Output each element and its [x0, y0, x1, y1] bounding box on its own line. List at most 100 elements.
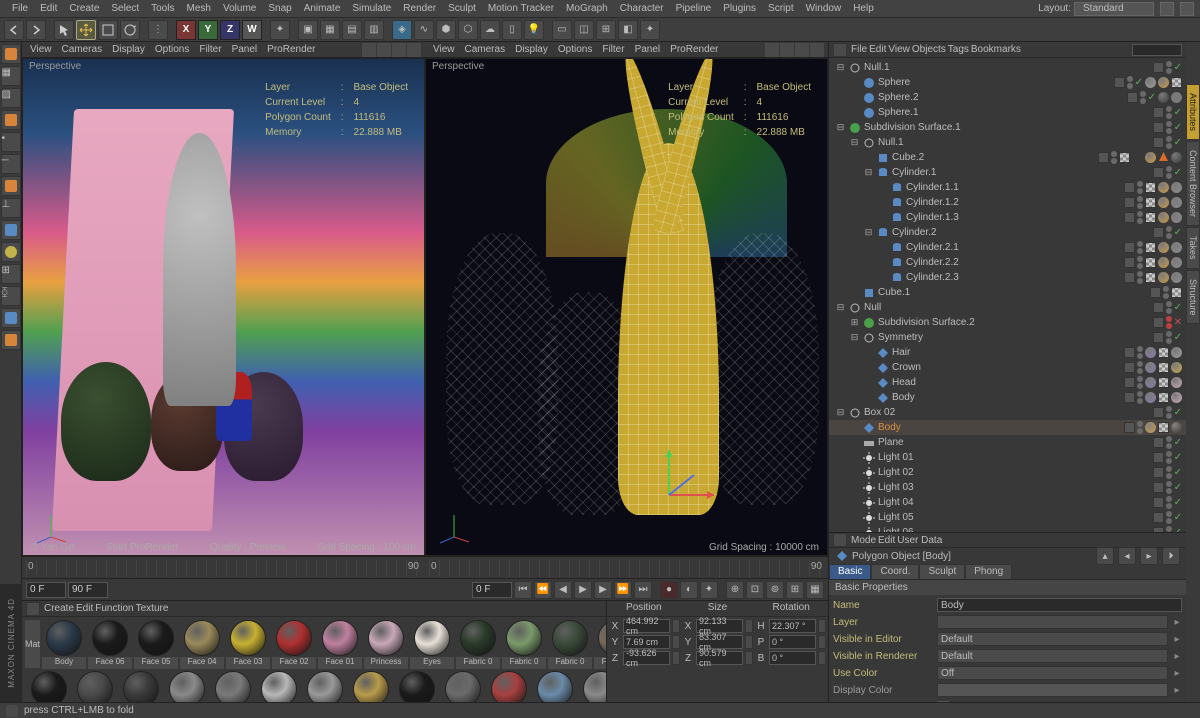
- material-tag-icon[interactable]: [1145, 362, 1156, 373]
- layer-swatch[interactable]: [1127, 92, 1138, 103]
- coord-rot-Y[interactable]: 0 °: [769, 635, 816, 649]
- visibility-dot[interactable]: [1111, 158, 1117, 164]
- material-tag-icon[interactable]: [1158, 77, 1169, 88]
- axis-z-toggle[interactable]: Z: [220, 20, 240, 40]
- vp-menu-options[interactable]: Options: [151, 44, 193, 55]
- visibility-dot[interactable]: [1166, 143, 1172, 149]
- layer-swatch[interactable]: [1098, 152, 1109, 163]
- layer-swatch[interactable]: [1124, 197, 1135, 208]
- material-tag-icon[interactable]: [1145, 392, 1156, 403]
- tree-row[interactable]: Cylinder.2.1: [829, 240, 1186, 255]
- play-button[interactable]: ▶: [574, 581, 592, 599]
- object-name[interactable]: Light 05: [878, 512, 958, 523]
- tree-row[interactable]: ⊟Null.1✓: [829, 135, 1186, 150]
- material-swatch[interactable]: Fabric 0: [456, 620, 500, 669]
- enable-check-icon[interactable]: ✓: [1135, 77, 1143, 88]
- layer-swatch[interactable]: [1153, 482, 1164, 493]
- attr-nav-prev[interactable]: ◂: [1118, 547, 1136, 565]
- visibility-dot[interactable]: [1166, 113, 1172, 119]
- layer-swatch[interactable]: [1153, 317, 1164, 328]
- material-swatch[interactable]: Body: [42, 620, 86, 669]
- visibility-dot[interactable]: [1166, 451, 1172, 457]
- object-name[interactable]: Cube.1: [878, 287, 958, 298]
- material-tag-icon[interactable]: [1158, 272, 1169, 283]
- layer-swatch[interactable]: [1124, 272, 1135, 283]
- checker-tag-icon[interactable]: [1158, 377, 1169, 388]
- tree-row[interactable]: Sphere.1✓: [829, 105, 1186, 120]
- menu-character[interactable]: Character: [614, 2, 670, 15]
- visibility-dot[interactable]: [1137, 196, 1143, 202]
- visibility-dot[interactable]: [1166, 518, 1172, 524]
- mat-menu-create[interactable]: Create: [44, 603, 74, 614]
- enable-check-icon[interactable]: ✓: [1174, 122, 1182, 133]
- material-swatch[interactable]: Fabric 0: [548, 620, 592, 669]
- object-name[interactable]: Light 04: [878, 497, 958, 508]
- enable-check-icon[interactable]: ✓: [1174, 497, 1182, 508]
- layer-swatch[interactable]: [1153, 302, 1164, 313]
- tree-row[interactable]: Cylinder.1.3: [829, 210, 1186, 225]
- attr-nav-next[interactable]: ▸: [1140, 547, 1158, 565]
- extra-button[interactable]: ✦: [640, 20, 660, 40]
- move-tool[interactable]: [76, 20, 96, 40]
- visibility-dot[interactable]: [1163, 286, 1169, 292]
- tree-row[interactable]: ⊟Symmetry✓: [829, 330, 1186, 345]
- attr-tab-sculpt[interactable]: Sculpt: [919, 564, 965, 578]
- enable-check-icon[interactable]: ✓: [1174, 437, 1182, 448]
- visibility-dot[interactable]: [1137, 278, 1143, 284]
- enable-check-icon[interactable]: ✓: [1174, 467, 1182, 478]
- attr-nav-last[interactable]: ⏵: [1162, 547, 1180, 565]
- coord-size-Z[interactable]: 90.579 cm: [696, 651, 743, 665]
- object-name[interactable]: Cylinder.1.3: [906, 212, 986, 223]
- attr-color-display-color[interactable]: [937, 683, 1168, 697]
- goto-end-button[interactable]: ⏭: [634, 581, 652, 599]
- obj-menu-bookmarks[interactable]: Bookmarks: [971, 44, 1021, 55]
- visibility-dot[interactable]: [1166, 503, 1172, 509]
- prev-frame-button[interactable]: ◀: [554, 581, 572, 599]
- tree-row[interactable]: Hair: [829, 345, 1186, 360]
- checker-tag-icon[interactable]: [1171, 287, 1182, 298]
- render-pv-button[interactable]: ▤: [342, 20, 362, 40]
- menu-plugins[interactable]: Plugins: [717, 2, 762, 15]
- vp-nav-icon[interactable]: [407, 43, 421, 57]
- expand-icon[interactable]: ⊟: [864, 228, 873, 237]
- visibility-dot[interactable]: [1137, 203, 1143, 209]
- model-mode-button[interactable]: ▦: [1, 66, 21, 86]
- visibility-dot[interactable]: [1166, 406, 1172, 412]
- material-tag-icon[interactable]: [1158, 197, 1169, 208]
- menu-help[interactable]: Help: [847, 2, 880, 15]
- layout-dropdown[interactable]: Standard: [1074, 2, 1154, 16]
- visibility-dot[interactable]: [1137, 256, 1143, 262]
- enable-check-icon[interactable]: ✓: [1174, 482, 1182, 493]
- record-button[interactable]: ●: [660, 581, 678, 599]
- coord-rot-X[interactable]: 22.307 °: [769, 619, 816, 633]
- layout-btn-1[interactable]: [1160, 2, 1174, 16]
- checker-tag-icon[interactable]: [1145, 212, 1156, 223]
- menu-window[interactable]: Window: [800, 2, 848, 15]
- select-tool[interactable]: [54, 20, 74, 40]
- checker-tag-icon[interactable]: [1171, 77, 1182, 88]
- visibility-dot[interactable]: [1166, 301, 1172, 307]
- vp-menu-cameras[interactable]: Cameras: [461, 44, 510, 55]
- enable-cross-icon[interactable]: ✕: [1174, 317, 1182, 328]
- tree-row[interactable]: Light 02✓: [829, 465, 1186, 480]
- tree-row[interactable]: Cylinder.1.1: [829, 180, 1186, 195]
- edge-mode-button[interactable]: ─: [1, 154, 21, 174]
- key-scale-button[interactable]: ⊡: [746, 581, 764, 599]
- vp-menu-filter[interactable]: Filter: [195, 44, 225, 55]
- attr-menu-icon[interactable]: [833, 533, 847, 547]
- enable-check-icon[interactable]: ✓: [1174, 167, 1182, 178]
- layout-btn-2[interactable]: [1180, 2, 1194, 16]
- vp-nav-icon[interactable]: [795, 43, 809, 57]
- visibility-dot[interactable]: [1166, 121, 1172, 127]
- visibility-dot[interactable]: [1137, 263, 1143, 269]
- vp-menu-panel[interactable]: Panel: [228, 44, 262, 55]
- coord-size-X[interactable]: 92.133 cm: [696, 619, 743, 633]
- visibility-dot[interactable]: [1166, 68, 1172, 74]
- material-swatch[interactable]: Face 01: [318, 620, 362, 669]
- tree-row[interactable]: Cylinder.2.2: [829, 255, 1186, 270]
- attr-menu-user-data[interactable]: User Data: [897, 535, 942, 546]
- material-swatch[interactable]: Fabric 0: [594, 620, 606, 669]
- quality-button[interactable]: Quality : Preview: [210, 542, 285, 553]
- visibility-dot[interactable]: [1166, 511, 1172, 517]
- generator-button[interactable]: ⬢: [436, 20, 456, 40]
